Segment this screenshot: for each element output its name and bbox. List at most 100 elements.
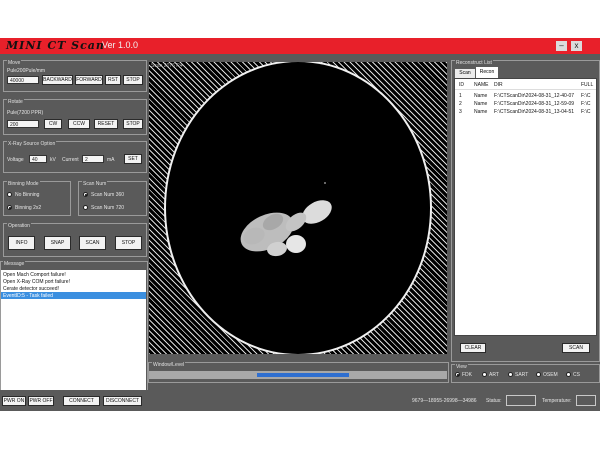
tab-recon[interactable]: Recon	[476, 67, 498, 78]
view-sart-radio[interactable]	[508, 372, 513, 377]
move-pulse-input[interactable]: 40000	[7, 76, 39, 84]
view-group-title: View	[455, 364, 468, 370]
move-stop-button[interactable]: STOP	[123, 75, 143, 85]
minimize-button[interactable]: –	[556, 41, 567, 51]
voltage-input[interactable]: 40	[29, 155, 47, 163]
message-group-title: Message	[3, 261, 26, 267]
clear-button[interactable]: CLEAR	[460, 343, 486, 353]
message-line: EventID:5 - Task failed	[3, 293, 53, 299]
temperature-label: Temperature:	[542, 398, 572, 404]
rotate-group: Rotate Pule(7200 PPR) 200 CW CCW RESET S…	[3, 99, 147, 135]
scan-button[interactable]: SCAN	[79, 236, 106, 250]
table-cell-full: F:\C	[581, 109, 591, 115]
message-list[interactable]: Open Mach Comport failure! Open X-Ray CO…	[1, 270, 146, 396]
xray-group-title: X-Ray Source Option	[7, 141, 57, 147]
xray-set-button[interactable]: SET	[124, 154, 142, 164]
recon-scan-button[interactable]: SCAN	[562, 343, 590, 353]
view-art-label: ART	[489, 372, 499, 378]
move-group: Move Pule200Pule/mm 40000 BACKWARD FORWA…	[3, 60, 147, 92]
message-line: Open X-Ray COM port failure!	[3, 279, 70, 285]
table-cell-name: Name	[474, 101, 488, 107]
voltage-unit: kV	[50, 157, 56, 163]
title-bar: MINI CT Scan Ver 1.0.0 – x	[0, 38, 600, 54]
status-bar: PWR ON PWR OFF CONNECT DISCONNECT 9679—1…	[0, 390, 600, 411]
app-logo: MINI CT Scan	[6, 39, 105, 52]
table-cell-name: Name	[474, 93, 488, 99]
view-osem-radio[interactable]	[536, 372, 541, 377]
move-rst-button[interactable]: RST	[105, 75, 121, 85]
power-on-button[interactable]: PWR ON	[2, 396, 26, 406]
rotate-pulse-input[interactable]: 200	[7, 120, 39, 128]
snap-button[interactable]: SNAP	[44, 236, 71, 250]
table-cell-full: F:\C	[581, 101, 591, 107]
recon-table[interactable]: ID NAME DIR FULL 1 Name F:\CTScanDir\202…	[454, 78, 597, 336]
table-cell-dir: F:\CTScanDir\2024-08-31_13-04-51	[494, 109, 575, 115]
xray-group: X-Ray Source Option Voltage 40 kV Curren…	[3, 141, 147, 173]
column-header-dir[interactable]: DIR	[494, 82, 503, 88]
forward-button[interactable]: FORWARD	[75, 75, 103, 85]
rotate-stop-button[interactable]: STOP	[123, 119, 143, 129]
no-binning-radio[interactable]	[7, 192, 12, 197]
window-level-slider[interactable]	[149, 371, 447, 379]
view-group: View FDK ART SART OSEM CS	[451, 364, 600, 383]
binning-2x2-radio[interactable]	[7, 205, 12, 210]
viewer-overlay-text: Scan 2076 R4	[151, 63, 183, 69]
ct-slice-image	[240, 182, 332, 257]
operation-stop-button[interactable]: STOP	[115, 236, 142, 250]
window-level-title: Window/Level	[152, 362, 186, 368]
binning-2x2-label: Binning 2x2	[15, 205, 42, 211]
message-line: Open Mach Comport failure!	[3, 272, 66, 278]
backward-button[interactable]: BACKWARD	[42, 75, 73, 85]
app-window: MINI CT Scan Ver 1.0.0 – x Move Pule200P…	[0, 38, 600, 411]
rotate-group-title: Rotate	[7, 99, 24, 105]
current-input[interactable]: 2	[82, 155, 104, 163]
temperature-field	[576, 395, 596, 406]
app-version: Ver 1.0.0	[102, 40, 139, 50]
current-unit: mA	[107, 157, 115, 163]
ccw-button[interactable]: CCW	[68, 119, 90, 129]
power-off-button[interactable]: PWR OFF	[28, 396, 54, 406]
binning-group-title: Binning Mode	[7, 181, 40, 187]
table-cell-id: 1	[459, 93, 462, 99]
message-group: Message Open Mach Comport failure! Open …	[0, 261, 148, 396]
message-line-selected[interactable]: EventID:5 - Task failed	[1, 292, 146, 299]
info-button[interactable]: INFO	[8, 236, 35, 250]
close-button[interactable]: x	[571, 41, 582, 51]
table-cell-dir: F:\CTScanDir\2024-08-31_12-40-07	[494, 93, 575, 99]
table-cell-name: Name	[474, 109, 488, 115]
view-fdk-radio[interactable]	[455, 372, 460, 377]
cw-button[interactable]: CW	[44, 119, 62, 129]
view-cs-radio[interactable]	[566, 372, 571, 377]
disconnect-button[interactable]: DISCONNECT	[103, 396, 142, 406]
view-osem-label: OSEM	[543, 372, 558, 378]
move-group-title: Move	[7, 60, 22, 66]
window-level-range[interactable]	[257, 373, 349, 377]
move-pulse-label: Pule200Pule/mm	[7, 68, 46, 74]
scan-num-720-radio[interactable]	[83, 205, 88, 210]
no-binning-label: No Binning	[15, 192, 40, 198]
view-art-radio[interactable]	[482, 372, 487, 377]
voltage-label: Voltage	[7, 157, 24, 163]
column-header-full[interactable]: FULL	[581, 82, 593, 88]
view-sart-label: SART	[515, 372, 529, 378]
view-cs-label: CS	[573, 372, 580, 378]
operation-group-title: Operation	[7, 223, 31, 229]
binning-group: Binning Mode No Binning Binning 2x2	[3, 181, 71, 216]
status-field	[506, 395, 536, 406]
scan-num-360-radio[interactable]	[83, 192, 88, 197]
device-code: 9679—18955-26998—34986	[412, 398, 477, 404]
view-fdk-label: FDK	[462, 372, 472, 378]
tab-scan[interactable]: Scan	[455, 69, 475, 78]
table-cell-id: 3	[459, 109, 462, 115]
column-header-name[interactable]: NAME	[474, 82, 488, 88]
rotate-reset-button[interactable]: RESET	[94, 119, 118, 129]
connect-button[interactable]: CONNECT	[63, 396, 100, 406]
ct-image-viewer[interactable]: Scan 2076 R4	[149, 62, 447, 354]
scannum-group-title: Scan Num	[82, 181, 108, 187]
rotate-pulse-label: Pule(7200 PPR)	[7, 110, 44, 116]
operation-group: Operation INFO SNAP SCAN STOP	[3, 223, 147, 257]
scan-num-720-label: Scan Num 720	[91, 205, 125, 211]
table-cell-id: 2	[459, 101, 462, 107]
column-header-id[interactable]: ID	[459, 82, 464, 88]
status-label: Status:	[486, 398, 502, 404]
